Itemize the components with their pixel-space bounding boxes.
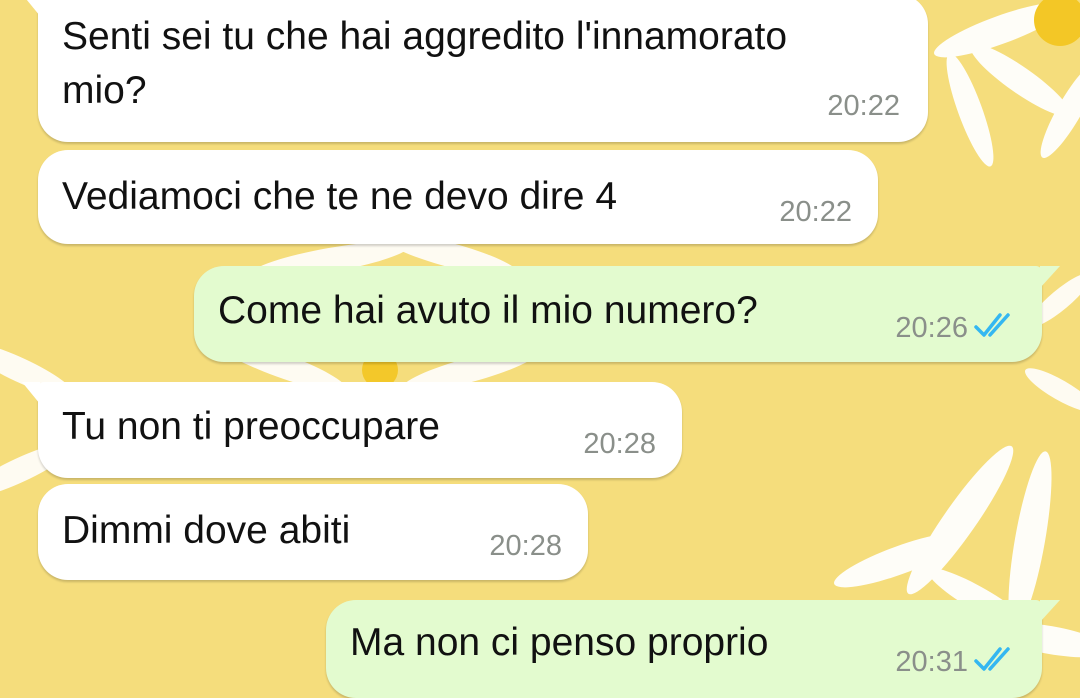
double-check-icon bbox=[974, 647, 1010, 671]
message-timestamp: 20:26 bbox=[895, 312, 968, 344]
daisy-flower-top-right bbox=[934, 0, 1080, 167]
message-text: Tu non ti preoccupare bbox=[62, 405, 440, 448]
message-text: Dimmi dove abiti bbox=[62, 509, 351, 552]
message-text: Vediamoci che te ne devo dire 4 bbox=[62, 175, 618, 218]
message-text-line-1: Senti sei tu che hai aggredito l'innamor… bbox=[62, 15, 788, 58]
bubble-tail bbox=[1040, 600, 1060, 622]
message-timestamp: 20:22 bbox=[827, 90, 900, 122]
message-timestamp: 20:28 bbox=[583, 428, 656, 460]
message-bubble-incoming[interactable]: Dimmi dove abiti 20:28 bbox=[38, 484, 588, 580]
message-bubble-incoming[interactable]: Vediamoci che te ne devo dire 4 20:22 bbox=[38, 150, 878, 244]
bubble-tail bbox=[1040, 266, 1060, 288]
message-bubble-incoming[interactable]: Senti sei tu che hai aggredito l'innamor… bbox=[22, 0, 928, 142]
message-timestamp: 20:22 bbox=[779, 196, 852, 228]
message-text-line-2: mio? bbox=[62, 69, 147, 112]
bubble-tail bbox=[22, 382, 40, 404]
message-bubble-outgoing[interactable]: Come hai avuto il mio numero? 20:26 bbox=[194, 266, 1060, 362]
message-bubble-incoming[interactable]: Tu non ti preoccupare 20:28 bbox=[22, 382, 682, 478]
double-check-icon bbox=[974, 313, 1010, 337]
message-bubble-outgoing[interactable]: Ma non ci penso proprio 20:31 bbox=[326, 600, 1060, 698]
message-text: Come hai avuto il mio numero? bbox=[218, 289, 758, 332]
message-timestamp: 20:28 bbox=[489, 530, 562, 562]
message-timestamp: 20:31 bbox=[895, 646, 968, 678]
message-text: Ma non ci penso proprio bbox=[350, 621, 769, 664]
bubble-tail bbox=[22, 0, 40, 16]
